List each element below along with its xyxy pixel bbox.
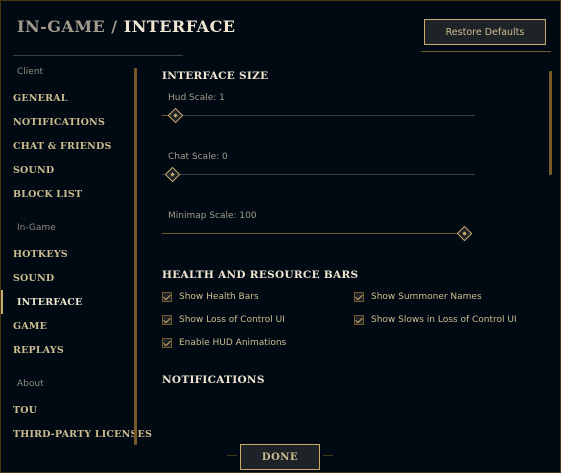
checkbox-checked-icon[interactable] [162, 315, 172, 325]
sidebar-item-general[interactable]: GENERAL [13, 93, 68, 104]
slider-handle[interactable] [164, 166, 181, 183]
done-button[interactable]: DONE [227, 444, 333, 470]
show-slows-checkbox[interactable]: Show Slows in Loss of Control UI [354, 315, 517, 325]
sidebar-item-hotkeys[interactable]: HOTKEYS [13, 249, 68, 260]
sidebar-item-chat-friends[interactable]: CHAT & FRIENDS [13, 141, 112, 152]
slider-fill [162, 233, 465, 234]
checkbox-label: Show Health Bars [179, 292, 259, 302]
enable-hud-animations-checkbox[interactable]: Enable HUD Animations [162, 338, 286, 348]
checkbox-checked-icon[interactable] [162, 338, 172, 348]
sidebar-active-indicator [1, 290, 3, 314]
sidebar-item-game[interactable]: GAME [13, 321, 47, 332]
show-summoner-names-checkbox[interactable]: Show Summoner Names [354, 292, 482, 302]
settings-window: IN-GAME / INTERFACE Restore Defaults Cli… [0, 0, 561, 473]
sidebar-scrollbar[interactable] [134, 68, 137, 445]
page-title: IN-GAME / INTERFACE [17, 17, 236, 36]
sidebar-group-client: Client [17, 67, 44, 77]
checkbox-checked-icon[interactable] [354, 315, 364, 325]
hud-scale-label: Hud Scale: 1 [168, 93, 225, 103]
sidebar-group-in-game: In-Game [17, 223, 56, 233]
checkbox-label: Show Summoner Names [371, 292, 482, 302]
checkbox-label: Enable HUD Animations [179, 338, 287, 348]
checkbox-checked-icon[interactable] [354, 292, 364, 302]
title-divider [13, 55, 183, 56]
minimap-scale-label: Minimap Scale: 100 [168, 211, 257, 221]
slider-track [162, 115, 475, 116]
section-title-health-bars: HEALTH AND RESOURCE BARS [162, 269, 359, 281]
section-title-notifications: NOTIFICATIONS [162, 374, 265, 386]
title-category: IN-GAME [17, 17, 106, 36]
sidebar-item-tou[interactable]: TOU [13, 405, 37, 416]
slider-handle[interactable] [167, 107, 184, 124]
checkbox-label: Show Loss of Control UI [179, 315, 285, 325]
checkbox-checked-icon[interactable] [162, 292, 172, 302]
show-health-bars-checkbox[interactable]: Show Health Bars [162, 292, 259, 302]
slider-track [162, 174, 475, 175]
sidebar-group-about: About [17, 379, 44, 389]
sidebar-item-sound-client[interactable]: SOUND [13, 165, 54, 176]
slider-handle[interactable] [456, 225, 473, 242]
sidebar-item-third-party-licenses[interactable]: THIRD-PARTY LICENSES [13, 429, 152, 440]
sidebar-item-block-list[interactable]: BLOCK LIST [13, 189, 82, 200]
sidebar-item-replays[interactable]: REPLAYS [13, 345, 64, 356]
chat-scale-label: Chat Scale: 0 [168, 152, 228, 162]
checkbox-label: Show Slows in Loss of Control UI [371, 315, 517, 325]
show-loss-of-control-checkbox[interactable]: Show Loss of Control UI [162, 315, 285, 325]
sidebar-item-notifications[interactable]: NOTIFICATIONS [13, 117, 105, 128]
sidebar-item-interface[interactable]: INTERFACE [17, 297, 83, 308]
title-current-page: INTERFACE [123, 17, 236, 36]
content-scrollbar[interactable] [549, 71, 552, 175]
title-separator: / [105, 17, 124, 36]
section-title-interface-size: INTERFACE SIZE [162, 70, 269, 82]
sidebar-item-sound-in-game[interactable]: SOUND [13, 273, 54, 284]
restore-defaults-button[interactable]: Restore Defaults [421, 19, 551, 52]
